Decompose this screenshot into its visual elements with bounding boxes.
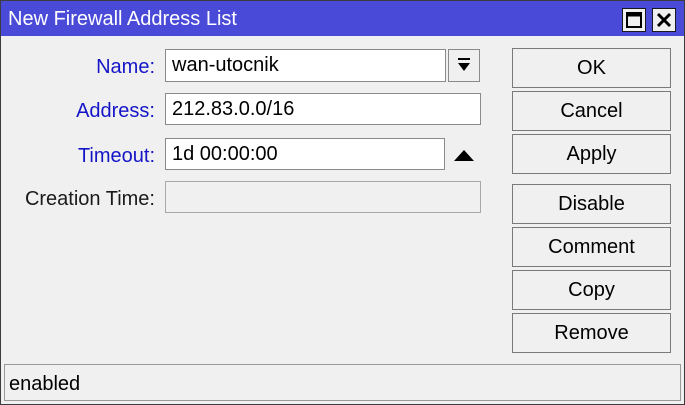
name-dropdown-button[interactable]	[448, 49, 480, 82]
dropdown-arrow-icon	[458, 58, 470, 71]
creation-time-field	[165, 181, 481, 213]
apply-button[interactable]: Apply	[512, 134, 671, 174]
maximize-icon	[626, 12, 642, 28]
timeout-label: Timeout:	[77, 145, 155, 167]
close-icon	[656, 12, 672, 28]
status-text: enabled	[9, 373, 81, 395]
maximize-button[interactable]	[622, 8, 646, 32]
name-label: Name:	[96, 56, 155, 78]
cancel-button[interactable]: Cancel	[512, 91, 671, 131]
creation-time-label: Creation Time:	[24, 188, 155, 210]
triangle-up-icon[interactable]	[451, 143, 477, 169]
copy-button[interactable]: Copy	[512, 270, 671, 310]
close-button[interactable]	[652, 8, 676, 32]
window-title: New Firewall Address List	[8, 8, 237, 30]
timeout-field[interactable]: 1d 00:00:00	[165, 138, 445, 170]
address-field[interactable]: 212.83.0.0/16	[165, 93, 481, 125]
address-label: Address:	[76, 100, 155, 122]
title-bar[interactable]: New Firewall Address List	[1, 1, 684, 36]
status-bar: enabled	[4, 364, 681, 401]
remove-button[interactable]: Remove	[512, 313, 671, 353]
comment-button[interactable]: Comment	[512, 227, 671, 267]
ok-button[interactable]: OK	[512, 48, 671, 88]
firewall-address-list-window: New Firewall Address List Name: wan-utoc…	[0, 0, 685, 405]
name-field[interactable]: wan-utocnik	[165, 49, 446, 82]
disable-button[interactable]: Disable	[512, 184, 671, 224]
